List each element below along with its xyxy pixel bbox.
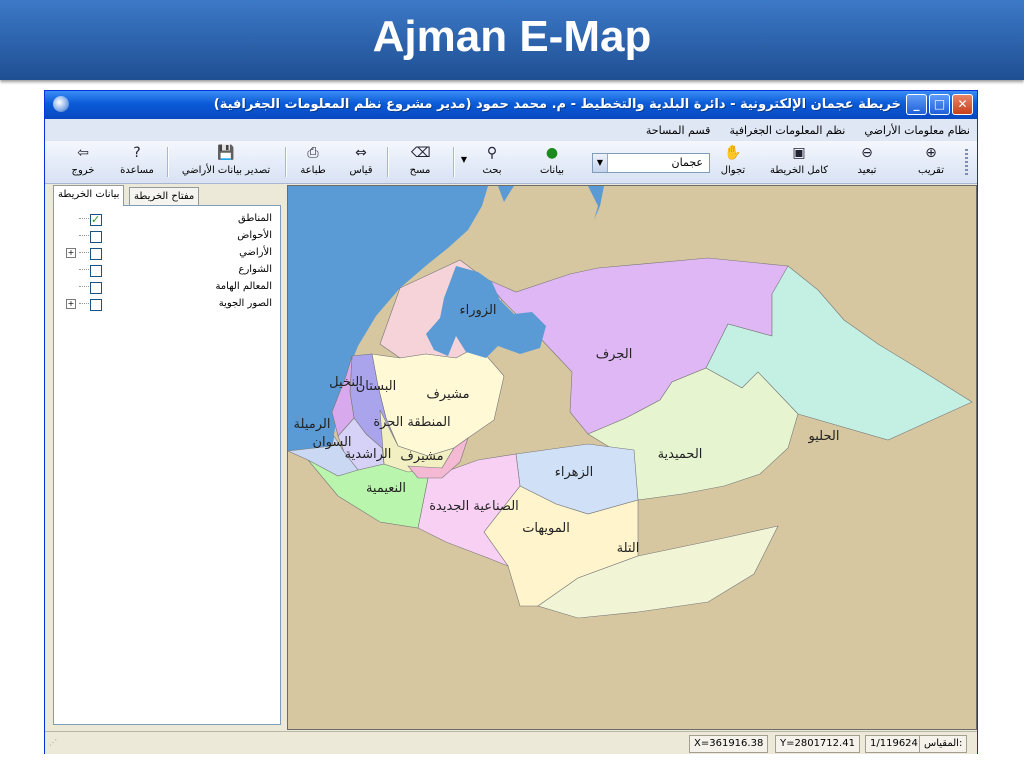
clear-button[interactable]: ⌫ مسح xyxy=(395,144,445,176)
layer-tree: المناطق الأحواض + الأراضي الشوارع xyxy=(53,205,281,725)
export-land-data-button[interactable]: 💾 تصدير بيانات الأراضي xyxy=(173,144,279,176)
label-rumailah: الرميلة xyxy=(294,417,331,432)
layer-checkbox[interactable] xyxy=(90,211,102,228)
zoom-in-icon: ⊕ xyxy=(925,145,937,161)
full-map-button[interactable]: ▣ كامل الخريطة xyxy=(763,144,835,176)
slide-title: Ajman E-Map xyxy=(372,12,652,61)
map-view[interactable]: الزوراء الجرف الحليو النخيل البستان مشير… xyxy=(287,185,977,730)
toolbar-separator xyxy=(285,147,287,177)
label-hamidiya: الحميدية xyxy=(658,447,703,462)
binoculars-icon: ⚲ xyxy=(486,145,498,161)
layer-checkbox[interactable] xyxy=(90,248,102,260)
toolbar: ⊕ تقريب ⊖ تبعيد ▣ كامل الخريطة ✋ تجوال ▼… xyxy=(45,141,977,184)
label-mushairef-2: مشيرف xyxy=(400,449,443,464)
expand-icon[interactable]: + xyxy=(66,248,76,258)
label-jurf: الجرف xyxy=(596,347,633,362)
status-bar: ⋰ X=361916.38 Y=2801712.41 1/119624 المق… xyxy=(45,731,977,754)
app-icon xyxy=(53,96,69,112)
layer-item[interactable]: المعالم الهامة xyxy=(54,278,280,295)
chevron-down-icon[interactable]: ▼ xyxy=(593,154,608,172)
close-button[interactable]: ✕ xyxy=(952,94,973,115)
label-helio: الحليو xyxy=(808,429,840,444)
layer-item[interactable]: + الصور الجوية xyxy=(54,295,280,312)
search-button[interactable]: ⚲ بحث xyxy=(467,144,517,176)
measure-button[interactable]: ⇔ قياس xyxy=(341,144,381,176)
label-nuaimiya: النعيمية xyxy=(366,481,406,496)
layer-item[interactable]: المناطق xyxy=(54,210,280,228)
menu-bar: نظام معلومات الأراضي نظم المعلومات الجغر… xyxy=(45,119,977,141)
label-mushairef: مشيرف xyxy=(426,387,469,402)
resize-grip-icon[interactable]: ⋰ xyxy=(49,738,59,748)
maximize-button[interactable]: □ xyxy=(929,94,950,115)
zoom-out-button[interactable]: ⊖ تبعيد xyxy=(845,144,889,176)
tab-map-data[interactable]: بيانات الخريطة xyxy=(53,185,125,206)
label-mowaihat: المويهات xyxy=(522,521,570,536)
tab-map-key[interactable]: مفتاح الخريطة xyxy=(129,187,200,206)
layer-item[interactable]: الشوارع xyxy=(54,261,280,278)
info-button[interactable]: ● بيانات xyxy=(527,144,577,176)
menu-land-info-system[interactable]: نظام معلومات الأراضي xyxy=(857,120,977,142)
exit-button[interactable]: ⇦ خروج xyxy=(61,144,105,176)
full-extent-icon: ▣ xyxy=(792,145,806,161)
print-button[interactable]: ⎙ طباعة xyxy=(293,144,333,176)
menu-survey-department[interactable]: قسم المساحة xyxy=(639,120,718,142)
hand-icon: ✋ xyxy=(724,145,742,161)
toolbar-separator xyxy=(167,147,169,177)
expand-icon[interactable]: + xyxy=(66,299,76,309)
slide-header: Ajman E-Map xyxy=(0,0,1024,80)
help-button[interactable]: ? مساعدة xyxy=(113,144,161,176)
toolbar-separator xyxy=(387,147,389,177)
scale-label: المقياس: xyxy=(919,735,968,753)
layer-item[interactable]: الأحواض xyxy=(54,227,280,244)
label-bustan: البستان xyxy=(356,379,397,394)
pan-button[interactable]: ✋ تجوال xyxy=(713,144,753,176)
eraser-icon: ⌫ xyxy=(411,145,431,161)
menu-gis[interactable]: نظم المعلومات الجغرافية xyxy=(723,120,853,142)
app-window: خريطة عجمان الإلكترونية - دائرة البلدية … xyxy=(44,90,978,754)
label-free-zone: المنطقة الحرة xyxy=(373,415,450,430)
minimize-button[interactable]: _ xyxy=(906,94,927,115)
label-rashidiya: الراشدية xyxy=(345,447,392,462)
layer-checkbox[interactable] xyxy=(90,282,102,294)
zoom-in-button[interactable]: ⊕ تقريب xyxy=(909,144,953,176)
search-dropdown[interactable]: ▼ xyxy=(459,155,469,164)
printer-icon: ⎙ xyxy=(307,145,319,161)
help-icon: ? xyxy=(133,145,141,161)
title-bar[interactable]: خريطة عجمان الإلكترونية - دائرة البلدية … xyxy=(45,91,977,119)
label-zahra: الزهراء xyxy=(555,465,594,480)
ruler-icon: ⇔ xyxy=(355,145,367,161)
exit-door-icon: ⇦ xyxy=(77,145,89,161)
layer-checkbox[interactable] xyxy=(90,231,102,243)
emirate-select[interactable]: ▼ عجمان xyxy=(592,153,710,173)
layer-checkbox[interactable] xyxy=(90,265,102,277)
toolbar-separator xyxy=(453,147,455,177)
layer-checkbox[interactable] xyxy=(90,299,102,311)
label-zorah: الزوراء xyxy=(459,303,496,318)
x-coordinate: X=361916.38 xyxy=(689,735,769,753)
zoom-out-icon: ⊖ xyxy=(861,145,873,161)
save-icon: 💾 xyxy=(217,145,235,161)
y-coordinate: Y=2801712.41 xyxy=(775,735,860,753)
label-tallah: التلة xyxy=(617,541,640,556)
scale-value: 1/119624 xyxy=(865,735,923,753)
info-icon: ● xyxy=(545,145,559,161)
layers-panel: مفتاح الخريطة بيانات الخريطة المناطق الأ… xyxy=(45,185,285,727)
layer-item[interactable]: + الأراضي xyxy=(54,244,280,261)
map-canvas[interactable]: الزوراء الجرف الحليو النخيل البستان مشير… xyxy=(288,186,976,729)
label-new-industrial: الصناعية الجديدة xyxy=(429,499,519,514)
toolbar-grip[interactable] xyxy=(965,149,968,175)
window-title: خريطة عجمان الإلكترونية - دائرة البلدية … xyxy=(213,97,901,112)
